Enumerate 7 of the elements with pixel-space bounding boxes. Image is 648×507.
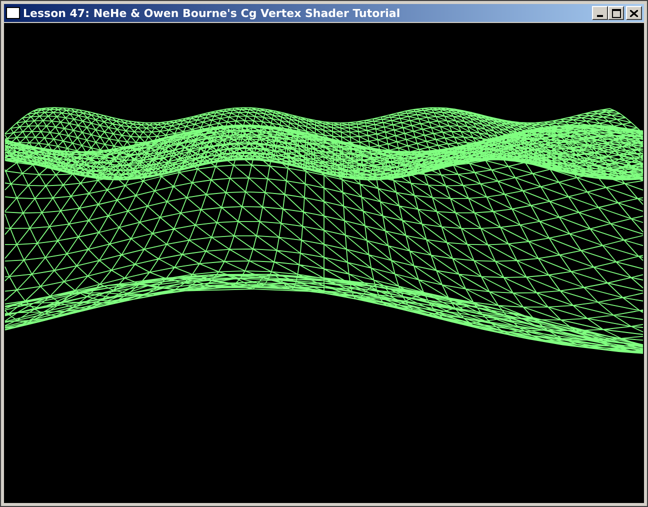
window-icon: [6, 7, 20, 19]
maximize-icon: [612, 8, 620, 18]
close-icon: [630, 10, 638, 16]
window-title: Lesson 47: NeHe & Owen Bourne's Cg Vertex Shader Tutorial: [23, 6, 402, 20]
close-button[interactable]: [626, 6, 642, 20]
maximize-button[interactable]: [608, 6, 624, 20]
minimize-button[interactable]: [592, 6, 608, 20]
